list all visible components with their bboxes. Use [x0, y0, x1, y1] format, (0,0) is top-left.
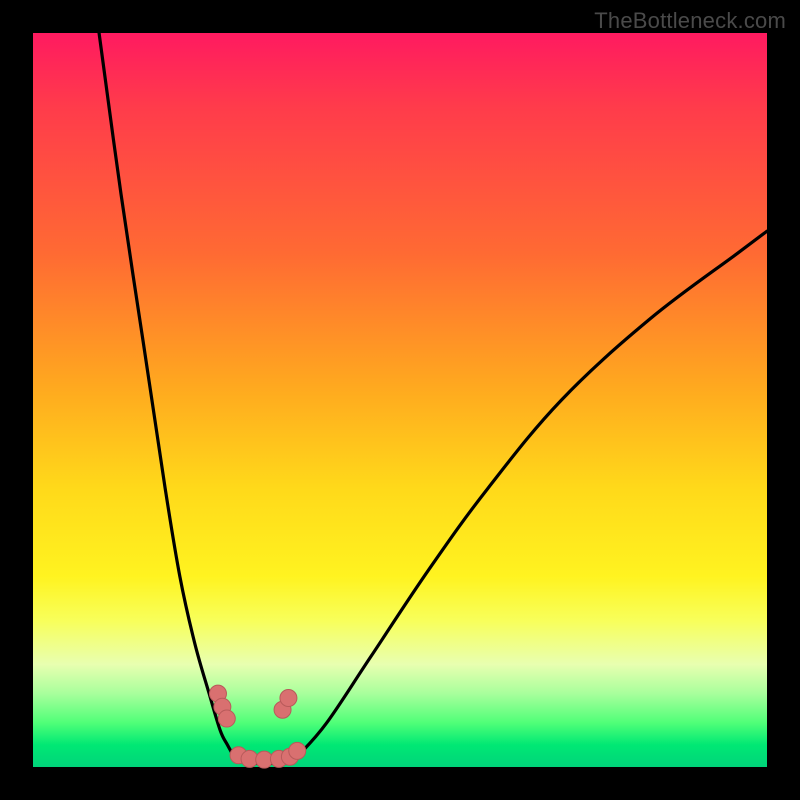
curve-right-branch — [297, 231, 767, 757]
watermark-text: TheBottleneck.com — [594, 8, 786, 34]
chart-svg — [33, 33, 767, 767]
data-marker — [289, 742, 306, 759]
curve-left-branch — [99, 33, 235, 758]
chart-frame: TheBottleneck.com — [0, 0, 800, 800]
data-marker — [280, 690, 297, 707]
data-markers — [209, 685, 305, 768]
bottleneck-curve — [99, 33, 767, 763]
data-marker — [218, 710, 235, 727]
